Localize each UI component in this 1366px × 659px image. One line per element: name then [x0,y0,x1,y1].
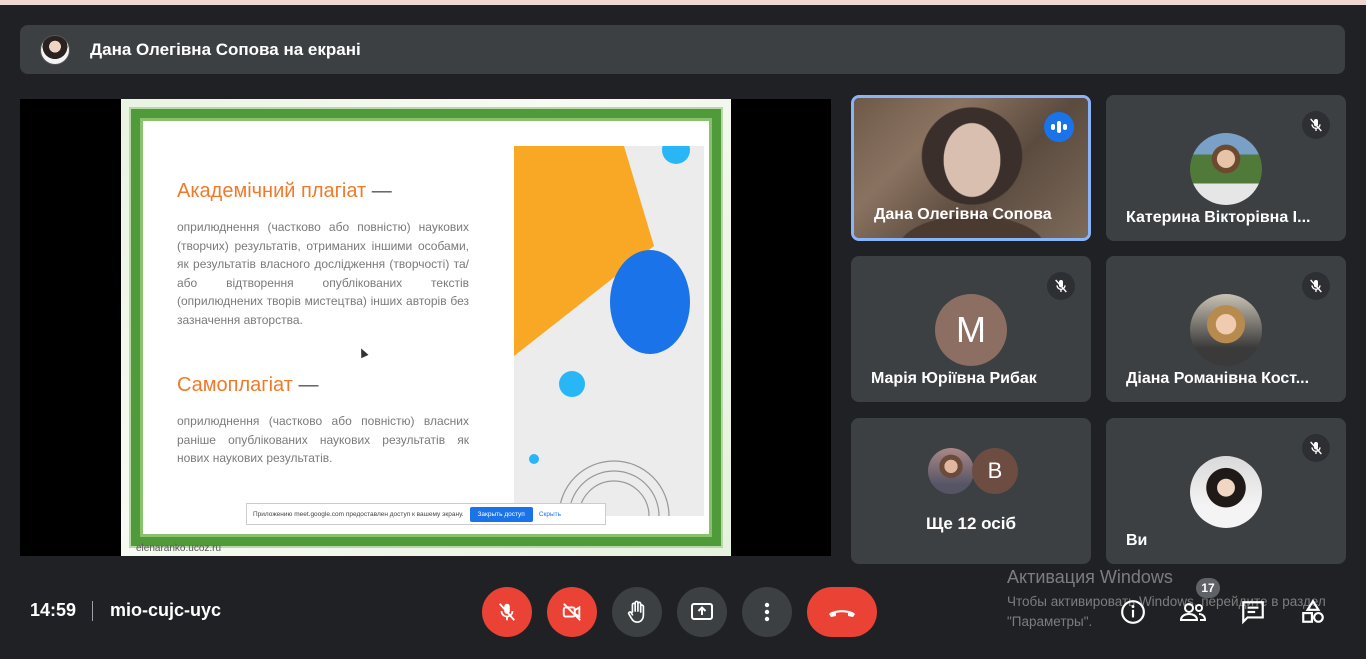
participant-tile-self[interactable]: Ви [1106,418,1346,564]
slide-heading-2: Самоплагіат — [177,374,319,396]
more-vert-icon [764,602,770,622]
participant-tile-mariia[interactable]: М Марія Юріївна Рибак [851,256,1091,402]
presenter-banner-title: Дана Олегівна Сопова на екрані [90,39,361,59]
slide-content: Академічний плагіат — оприлюднення (част… [152,146,704,516]
info-icon [1121,600,1145,624]
presentation-slide: Академічний плагіат — оприлюднення (част… [121,99,731,556]
participants-count-badge: 17 [1196,578,1220,598]
participant-name: Ви [1126,532,1148,549]
mic-off-icon [498,603,516,621]
participant-avatar: В [972,448,1018,494]
people-button[interactable] [1177,596,1209,628]
presenter-avatar [40,34,70,65]
screen-share-notice: Приложению meet.google.com предоставлен … [246,503,606,525]
slide-footer: elenaranko.ucoz.ru [136,543,222,554]
participant-avatar: М [935,294,1007,366]
presenter-banner: Дана Олегівна Сопова на екрані [20,25,1345,74]
stop-sharing-button[interactable]: Закрыть доступ [469,506,533,522]
mic-off-icon [1302,272,1330,300]
hide-notice-link[interactable]: Скрыть [539,511,561,518]
chat-button[interactable] [1237,596,1269,628]
meeting-details-button[interactable] [1117,596,1149,628]
mic-off-icon [1047,272,1075,300]
participant-photo [1190,456,1262,528]
activities-icon [1302,599,1324,623]
end-call-button[interactable] [807,587,877,637]
divider [92,601,93,621]
more-participants-tile[interactable]: В Ще 12 осіб [851,418,1091,564]
participant-tile-diana[interactable]: Діана Романівна Кост... [1106,256,1346,402]
raise-hand-icon [627,600,645,623]
people-icon [1179,603,1207,621]
slide-decoration [514,146,704,516]
participant-photo [1190,294,1262,366]
meeting-clock: 14:59 [30,600,77,620]
speaking-indicator-icon [1044,112,1074,142]
slide-text-2: оприлюднення (частково або повністю) вла… [177,414,469,465]
more-options-button[interactable] [742,587,792,637]
participant-name: Марія Юріївна Рибак [871,370,1037,387]
slide-text-1: оприлюднення (частково або повністю) нау… [177,220,469,327]
chat-icon [1242,601,1264,625]
watermark-text: Чтобы активировать Windows, перейдите в … [1007,594,1326,629]
participant-name: Дана Олегівна Сопова [874,206,1052,223]
participant-photo [928,448,974,494]
camera-off-icon [562,603,581,621]
participant-photo [1190,133,1262,205]
mic-toggle-button[interactable] [482,587,532,637]
shared-screen[interactable]: Академічний плагіат — оприлюднення (част… [20,99,831,556]
present-screen-button[interactable] [677,587,727,637]
slide-heading-1: Академічний плагіат — [177,180,392,202]
participant-tile-dana[interactable]: Дана Олегівна Сопова [851,95,1091,241]
participant-name: Діана Романівна Кост... [1126,370,1310,387]
activities-button[interactable] [1297,596,1329,628]
mic-off-icon [1302,111,1330,139]
more-participants-label: Ще 12 осіб [926,514,1016,533]
present-icon [691,603,713,620]
mic-off-icon [1302,434,1330,462]
raise-hand-button[interactable] [612,587,662,637]
participant-tile-kateryna[interactable]: Катерина Вікторівна І... [1106,95,1346,241]
camera-toggle-button[interactable] [547,587,597,637]
participant-name: Катерина Вікторівна І... [1126,209,1311,226]
watermark-title: Активация Windows [1007,567,1173,587]
end-call-icon [829,610,855,617]
meeting-code: mio-cujc-uyc [110,600,222,620]
windows-activation-watermark: Активация Windows Чтобы активировать Win… [1007,567,1327,632]
share-notice-text: Приложению meet.google.com предоставлен … [253,510,464,518]
slide-frame: Академічний плагіат — оприлюднення (част… [131,109,721,546]
top-strip [0,0,1366,5]
